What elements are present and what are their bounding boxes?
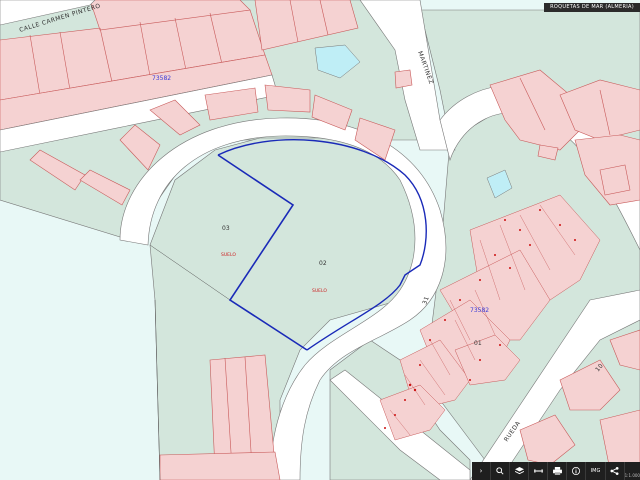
image-button[interactable]: IMG <box>586 462 606 480</box>
map-toolbar: › IMG 1:1.000 <box>472 462 640 480</box>
layers-icon <box>514 467 524 475</box>
info-icon <box>572 467 581 475</box>
parcel-number-03: 03 <box>222 225 230 232</box>
print-button[interactable] <box>548 462 568 480</box>
search-button[interactable] <box>491 462 511 480</box>
parcel-label-suelo-02: SUELO <box>312 288 327 294</box>
image-icon: IMG <box>590 468 601 474</box>
window-title: ROQUETAS DE MAR (ALMERIA) <box>544 3 640 12</box>
parcel-number-02: 02 <box>319 260 327 267</box>
print-icon <box>552 467 562 475</box>
share-icon <box>610 467 619 475</box>
share-button[interactable] <box>606 462 625 480</box>
ruler-icon <box>533 469 543 473</box>
cadastral-map[interactable]: CALLE CARMEN PINTERO MARTINEZ RUEDA 10 3… <box>0 0 640 480</box>
info-button[interactable] <box>567 462 587 480</box>
cadastral-ref-right: 73582 <box>470 307 489 314</box>
search-icon <box>496 467 504 475</box>
measure-button[interactable] <box>529 462 549 480</box>
next-button[interactable]: › <box>472 462 492 480</box>
layers-button[interactable] <box>510 462 530 480</box>
parcel-number-01: 01 <box>474 340 482 347</box>
cadastral-ref-top: 73582 <box>152 75 171 82</box>
parcel-label-suelo-03: SUELO <box>221 252 236 258</box>
chevron-right-icon: › <box>479 467 483 475</box>
scale-indicator: 1:1.000 <box>624 473 640 478</box>
